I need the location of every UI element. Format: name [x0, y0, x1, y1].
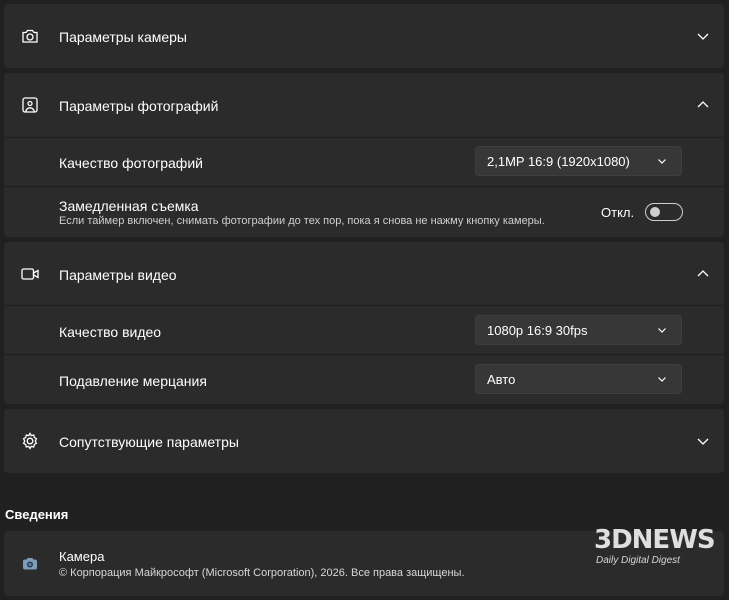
photo-quality-dropdown[interactable]: 2,1MP 16:9 (1920x1080)	[475, 146, 682, 176]
chevron-up-icon[interactable]	[696, 98, 710, 112]
related-settings-title: Сопутствующие параметры	[59, 434, 239, 450]
flicker-label: Подавление мерцания	[59, 373, 207, 389]
divider	[4, 186, 724, 187]
slow-motion-state: Откл.	[601, 205, 635, 220]
watermark: 3DNEWS Daily Digital Digest	[588, 517, 724, 577]
video-settings-card: Параметры видео Качество видео 1080p 16:…	[4, 242, 724, 404]
related-settings-card[interactable]: Сопутствующие параметры	[4, 409, 724, 473]
photo-settings-card: Параметры фотографий Качество фотографий…	[4, 73, 724, 237]
video-quality-dropdown[interactable]: 1080p 16:9 30fps	[475, 315, 682, 345]
toggle-knob	[650, 207, 660, 217]
flicker-dropdown[interactable]: Авто	[475, 364, 682, 394]
about-heading: Сведения	[5, 507, 69, 522]
photo-settings-title: Параметры фотографий	[59, 98, 219, 114]
slow-motion-label: Замедленная съемка	[59, 198, 199, 214]
gear-icon	[20, 431, 40, 451]
camera-app-icon	[20, 554, 40, 574]
chevron-down-icon	[658, 159, 666, 164]
watermark-tagline: Daily Digital Digest	[596, 555, 680, 566]
photo-quality-label: Качество фотографий	[59, 155, 203, 171]
flicker-value: Авто	[487, 372, 516, 387]
video-quality-label: Качество видео	[59, 324, 162, 340]
app-copyright: © Корпорация Майкрософт (Microsoft Corpo…	[59, 567, 465, 579]
video-quality-value: 1080p 16:9 30fps	[487, 323, 588, 338]
camera-settings-card[interactable]: Параметры камеры	[4, 4, 724, 68]
divider	[4, 354, 724, 355]
chevron-down-icon[interactable]	[696, 434, 710, 448]
chevron-down-icon	[658, 328, 666, 333]
slow-motion-description: Если таймер включен, снимать фотографии …	[59, 215, 545, 227]
slow-motion-toggle[interactable]	[645, 203, 683, 221]
chevron-down-icon	[658, 377, 666, 382]
video-settings-title: Параметры видео	[59, 267, 177, 283]
image-icon	[20, 95, 40, 115]
video-icon	[20, 264, 40, 284]
photo-quality-value: 2,1MP 16:9 (1920x1080)	[487, 154, 630, 169]
chevron-down-icon[interactable]	[696, 29, 710, 43]
watermark-logo: 3DNEWS	[594, 525, 716, 555]
chevron-up-icon[interactable]	[696, 267, 710, 281]
camera-icon	[20, 26, 40, 46]
divider	[4, 305, 724, 306]
camera-settings-title: Параметры камеры	[59, 29, 187, 45]
app-name: Камера	[59, 549, 105, 564]
divider	[4, 137, 724, 138]
